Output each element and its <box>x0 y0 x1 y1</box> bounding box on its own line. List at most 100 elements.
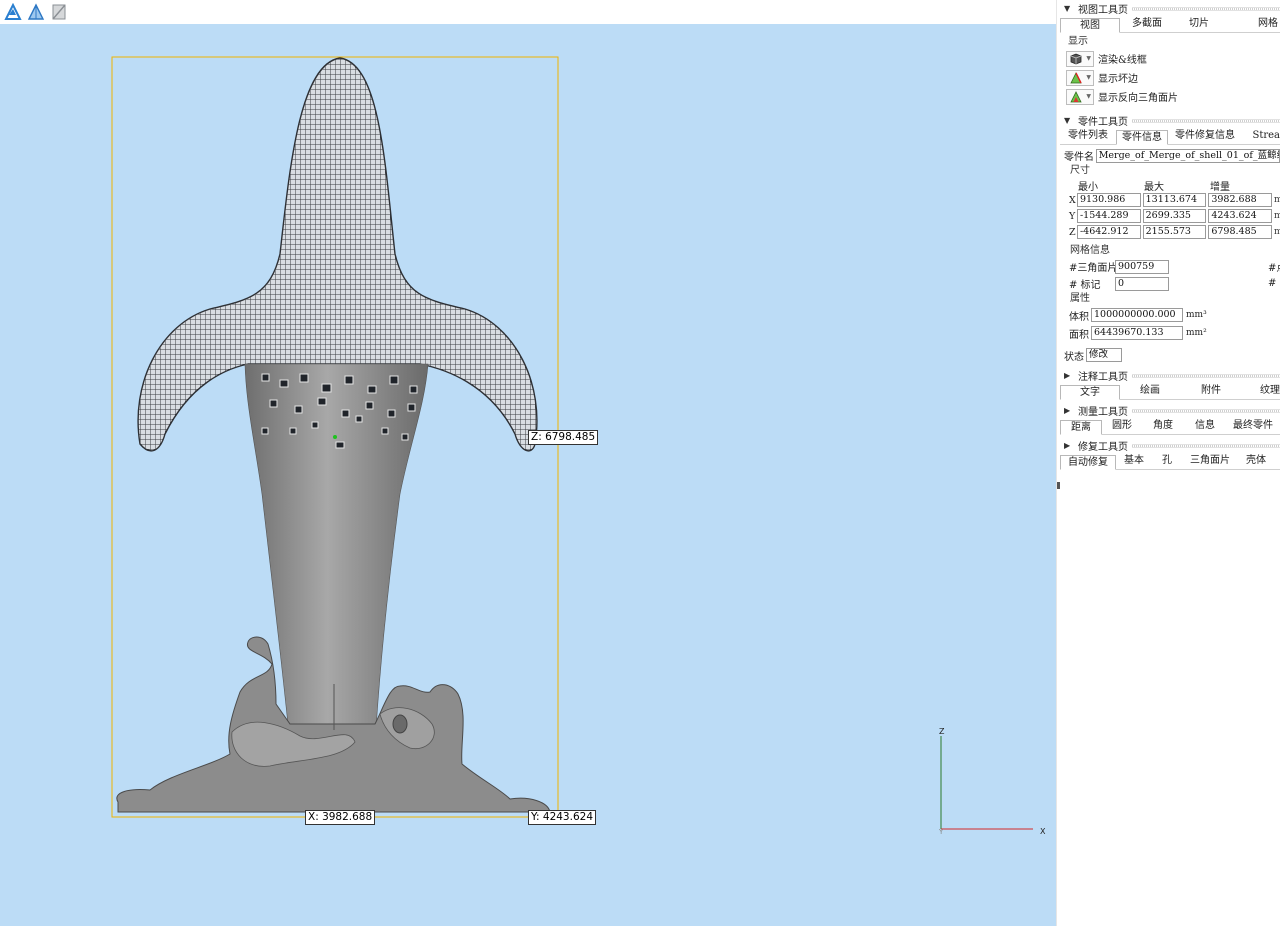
hash-label: # <box>1268 278 1277 289</box>
repair-section-header[interactable]: ▶ 修复工具页 <box>1060 437 1280 454</box>
tab-stream[interactable]: Strea <box>1242 129 1280 144</box>
area-unit: mm² <box>1186 328 1207 338</box>
marks-field[interactable]: 0 <box>1115 276 1169 291</box>
tab-part-repair-info[interactable]: 零件修复信息 <box>1168 129 1242 144</box>
status-label: 状态 <box>1064 351 1084 363</box>
properties-label: 属性 <box>1070 293 1090 304</box>
annotation-section-title: 注释工具页 <box>1078 368 1132 383</box>
tab-part-list[interactable]: 零件列表 <box>1060 129 1116 144</box>
repair-tabs: 自动修复 基本 孔 三角面片 壳体 <box>1060 454 1280 470</box>
dim-row-z: Z -4642.912 2155.573 6798.485 m <box>1060 224 1280 240</box>
show-bad-edges-label: 显示坏边 <box>1098 74 1138 85</box>
axis-z-label: Z <box>939 727 945 736</box>
model-render <box>111 56 1033 830</box>
header-delta: 增量 <box>1210 181 1230 193</box>
mesh-info-label: 网格信息 <box>1070 245 1110 256</box>
tab-text[interactable]: 文字 <box>1060 385 1120 400</box>
header-min: 最小 <box>1078 181 1098 193</box>
volume-field[interactable]: 1000000000.000 <box>1091 308 1183 322</box>
tab-triangles[interactable]: 三角面片 <box>1182 454 1238 469</box>
x-dimension-label: X: 3982.688 <box>305 810 376 825</box>
area-field[interactable]: 64439670.133 <box>1091 326 1183 340</box>
z-max-field[interactable]: 2155.573 <box>1142 225 1207 239</box>
tab-distance[interactable]: 距离 <box>1060 420 1102 435</box>
inverted-triangle-icon <box>1070 90 1082 102</box>
section-rule <box>1132 409 1280 413</box>
triangles-row: #三角面片 900759 #点 <box>1060 258 1280 275</box>
tab-texture[interactable]: 纹理 <box>1242 384 1280 399</box>
expand-arrow-icon: ▶ <box>1064 441 1071 450</box>
area-label: 面积 <box>1069 329 1089 341</box>
tab-info[interactable]: 信息 <box>1184 419 1226 434</box>
annotation-tabs: 文字 绘画 附件 纹理 <box>1060 384 1280 400</box>
inverted-triangles-dropdown[interactable]: ▼ <box>1066 88 1094 105</box>
y-max-field[interactable]: 2699.335 <box>1142 209 1207 223</box>
area-row: 面积 64439670.133 mm² <box>1060 324 1280 342</box>
section-rule <box>1132 7 1280 11</box>
x-delta-field[interactable]: 3982.688 <box>1208 193 1273 207</box>
status-field[interactable]: 修改 <box>1086 348 1122 362</box>
axis-y-label: Y <box>939 828 944 836</box>
part-section-header[interactable]: ▼ 零件工具页 <box>1060 112 1280 129</box>
part-name-field[interactable]: Merge_of_Merge_of_shell_01_of_蓝鲸组合 <box>1095 148 1280 163</box>
disabled-view-icon[interactable] <box>49 3 68 22</box>
tab-angle[interactable]: 角度 <box>1142 419 1184 434</box>
app-logo-icon[interactable] <box>3 3 22 22</box>
volume-label: 体积 <box>1069 311 1089 323</box>
view-section-header[interactable]: ▼ 视图工具页 <box>1060 0 1280 17</box>
tab-attach[interactable]: 附件 <box>1180 384 1242 399</box>
tab-view[interactable]: 视图 <box>1060 18 1120 33</box>
show-inverted-triangles-option[interactable]: ▼ 显示反向三角面片 <box>1060 87 1280 106</box>
render-mode-dropdown[interactable]: ▼ <box>1066 50 1094 67</box>
part-name-label: 零件名 <box>1064 152 1094 163</box>
measure-section-header[interactable]: ▶ 测量工具页 <box>1060 402 1280 419</box>
x-min-field[interactable]: 9130.986 <box>1076 193 1141 207</box>
z-delta-field[interactable]: 6798.485 <box>1208 225 1273 239</box>
cube-icon <box>1070 53 1082 64</box>
header-max: 最大 <box>1144 181 1164 193</box>
size-group-label: 尺寸 <box>1070 165 1090 176</box>
axis-x: X <box>1069 194 1076 206</box>
tab-hole[interactable]: 孔 <box>1152 454 1182 469</box>
triangles-label: #三角面片 <box>1069 263 1118 274</box>
z-dimension-label: Z: 6798.485 <box>528 430 599 445</box>
collapse-arrow-icon: ▼ <box>1064 4 1071 13</box>
tab-draw[interactable]: 绘画 <box>1120 384 1180 399</box>
tab-basic[interactable]: 基本 <box>1116 454 1152 469</box>
tab-multi-section[interactable]: 多截面 <box>1120 17 1174 32</box>
show-inverted-triangles-label: 显示反向三角面片 <box>1098 93 1178 104</box>
tab-mesh[interactable]: 网格 <box>1224 17 1278 32</box>
section-rule <box>1132 444 1280 448</box>
axis-y: Y <box>1069 210 1076 222</box>
collapse-arrow-icon: ▼ <box>1064 116 1071 125</box>
tab-part-info[interactable]: 零件信息 <box>1116 130 1168 145</box>
tab-auto-repair[interactable]: 自动修复 <box>1060 455 1116 470</box>
top-toolbar <box>0 0 1056 24</box>
points-label: #点 <box>1268 263 1280 274</box>
axis-triad <box>940 736 1033 830</box>
x-max-field[interactable]: 13113.674 <box>1142 193 1207 207</box>
3d-viewport[interactable]: Z: 6798.485 X: 3982.688 Y: 4243.624 Z X … <box>0 24 1056 926</box>
z-min-field[interactable]: -4642.912 <box>1076 225 1141 239</box>
y-delta-field[interactable]: 4243.624 <box>1208 209 1273 223</box>
tab-slice[interactable]: 切片 <box>1174 17 1224 32</box>
view-section-title: 视图工具页 <box>1078 1 1132 16</box>
tab-final-part[interactable]: 最终零件 <box>1226 419 1280 434</box>
dim-row-y: Y -1544.289 2699.335 4243.624 m <box>1060 208 1280 224</box>
triangles-field[interactable]: 900759 <box>1115 259 1169 274</box>
y-min-field[interactable]: -1544.289 <box>1076 209 1141 223</box>
section-rule <box>1132 374 1280 378</box>
bad-edges-dropdown[interactable]: ▼ <box>1066 69 1094 86</box>
triangle-view-icon[interactable] <box>26 3 45 22</box>
volume-row: 体积 1000000000.000 mm³ <box>1060 306 1280 324</box>
volume-unit: mm³ <box>1186 310 1207 320</box>
display-group-label: 显示 <box>1068 36 1088 47</box>
measure-tabs: 距离 圆形 角度 信息 最终零件 <box>1060 419 1280 435</box>
side-panel: ▼ 视图工具页 视图 多截面 切片 网格 显示 ▼ 渲染&线框 ▼ 显示坏边 ▼… <box>1060 0 1280 926</box>
render-wireframe-option[interactable]: ▼ 渲染&线框 <box>1060 49 1280 68</box>
annotation-section-header[interactable]: ▶ 注释工具页 <box>1060 367 1280 384</box>
show-bad-edges-option[interactable]: ▼ 显示坏边 <box>1060 68 1280 87</box>
tab-shell[interactable]: 壳体 <box>1238 454 1274 469</box>
bad-edge-icon <box>1070 71 1082 83</box>
tab-circle[interactable]: 圆形 <box>1102 419 1142 434</box>
